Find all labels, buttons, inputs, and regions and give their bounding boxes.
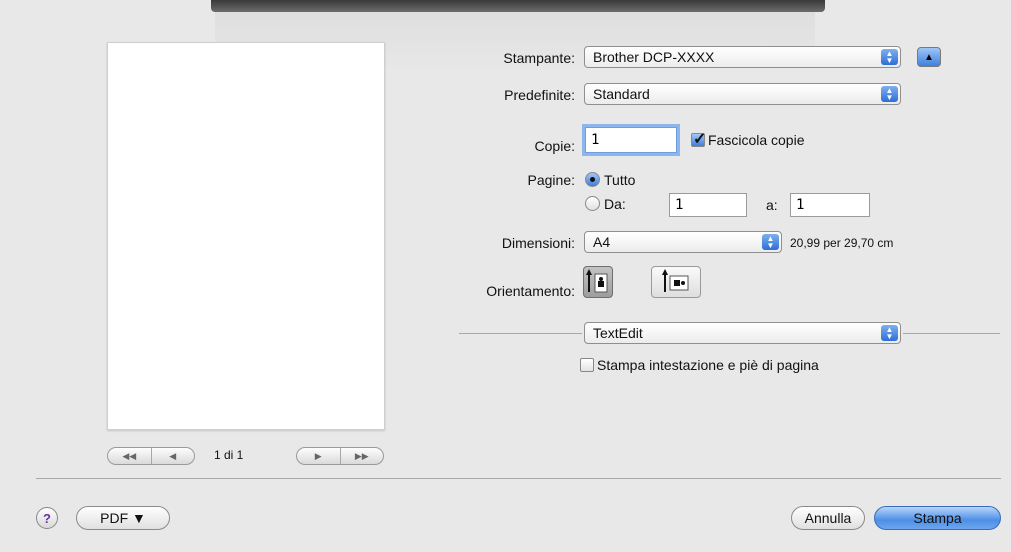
copies-field[interactable] [585, 127, 677, 153]
header-footer-checkbox[interactable] [580, 358, 594, 372]
collate-label: Fascicola copie [708, 132, 805, 148]
pages-from-label: Da: [604, 196, 626, 212]
print-button[interactable]: Stampa [874, 506, 1001, 530]
paper-size-popup[interactable]: A4 ▲ ▼ [584, 231, 782, 253]
triangle-up-icon: ▲ [924, 51, 934, 63]
popup-arrows-icon: ▲ ▼ [762, 234, 779, 250]
popup-arrows-icon: ▲ ▼ [881, 86, 898, 102]
pdf-menu-button[interactable]: PDF ▼ [76, 506, 170, 530]
presets-value: Standard [593, 86, 650, 102]
pages-all-radio[interactable] [585, 172, 600, 187]
portrait-orientation-icon [586, 269, 608, 293]
help-button[interactable]: ? [36, 507, 58, 529]
orientation-label: Orientamento: [486, 283, 575, 299]
presets-label: Predefinite: [504, 87, 575, 103]
pages-all-label: Tutto [604, 172, 636, 188]
next-page-button[interactable]: ▶ [297, 448, 340, 464]
paper-dimensions: 20,99 per 29,70 cm [790, 236, 894, 250]
page-preview [107, 42, 385, 430]
last-page-button[interactable]: ▶▶ [339, 448, 384, 464]
popup-arrows-icon: ▲ ▼ [881, 49, 898, 65]
options-separator-left [459, 333, 582, 334]
header-footer-label: Stampa intestazione e piè di pagina [597, 357, 819, 373]
printer-value: Brother DCP-XXXX [593, 49, 715, 65]
options-separator-right [903, 333, 1000, 334]
copies-label: Copie: [534, 138, 575, 154]
landscape-orientation-button[interactable] [651, 266, 701, 298]
portrait-orientation-button[interactable] [583, 266, 613, 298]
pages-to-label: a: [766, 197, 778, 213]
printer-popup[interactable]: Brother DCP-XXXX ▲ ▼ [584, 46, 901, 68]
pages-to-field[interactable] [790, 193, 870, 217]
landscape-orientation-icon [662, 269, 689, 292]
pages-label: Pagine: [527, 172, 575, 188]
first-page-button[interactable]: ◀◀ [108, 448, 151, 464]
previous-page-button[interactable]: ◀ [150, 448, 195, 464]
print-options-value: TextEdit [593, 325, 643, 341]
collapse-details-button[interactable]: ▲ [917, 47, 941, 67]
footer-separator [36, 478, 1001, 479]
paper-size-value: A4 [593, 234, 611, 250]
cancel-button[interactable]: Annulla [791, 506, 865, 530]
collate-checkbox[interactable] [691, 129, 706, 149]
popup-arrows-icon: ▲ ▼ [881, 325, 898, 341]
sheet-titlebar [211, 0, 825, 12]
page-indicator: 1 di 1 [214, 448, 244, 462]
preview-nav-forward-group: ▶ ▶▶ [296, 447, 384, 465]
print-options-popup[interactable]: TextEdit ▲ ▼ [584, 322, 901, 344]
printer-label: Stampante: [503, 50, 575, 66]
pages-range-radio[interactable] [585, 196, 600, 211]
preview-nav-back-group: ◀◀ ◀ [107, 447, 195, 465]
presets-popup[interactable]: Standard ▲ ▼ [584, 83, 901, 105]
paper-size-label: Dimensioni: [501, 235, 575, 251]
pages-from-field[interactable] [669, 193, 747, 217]
